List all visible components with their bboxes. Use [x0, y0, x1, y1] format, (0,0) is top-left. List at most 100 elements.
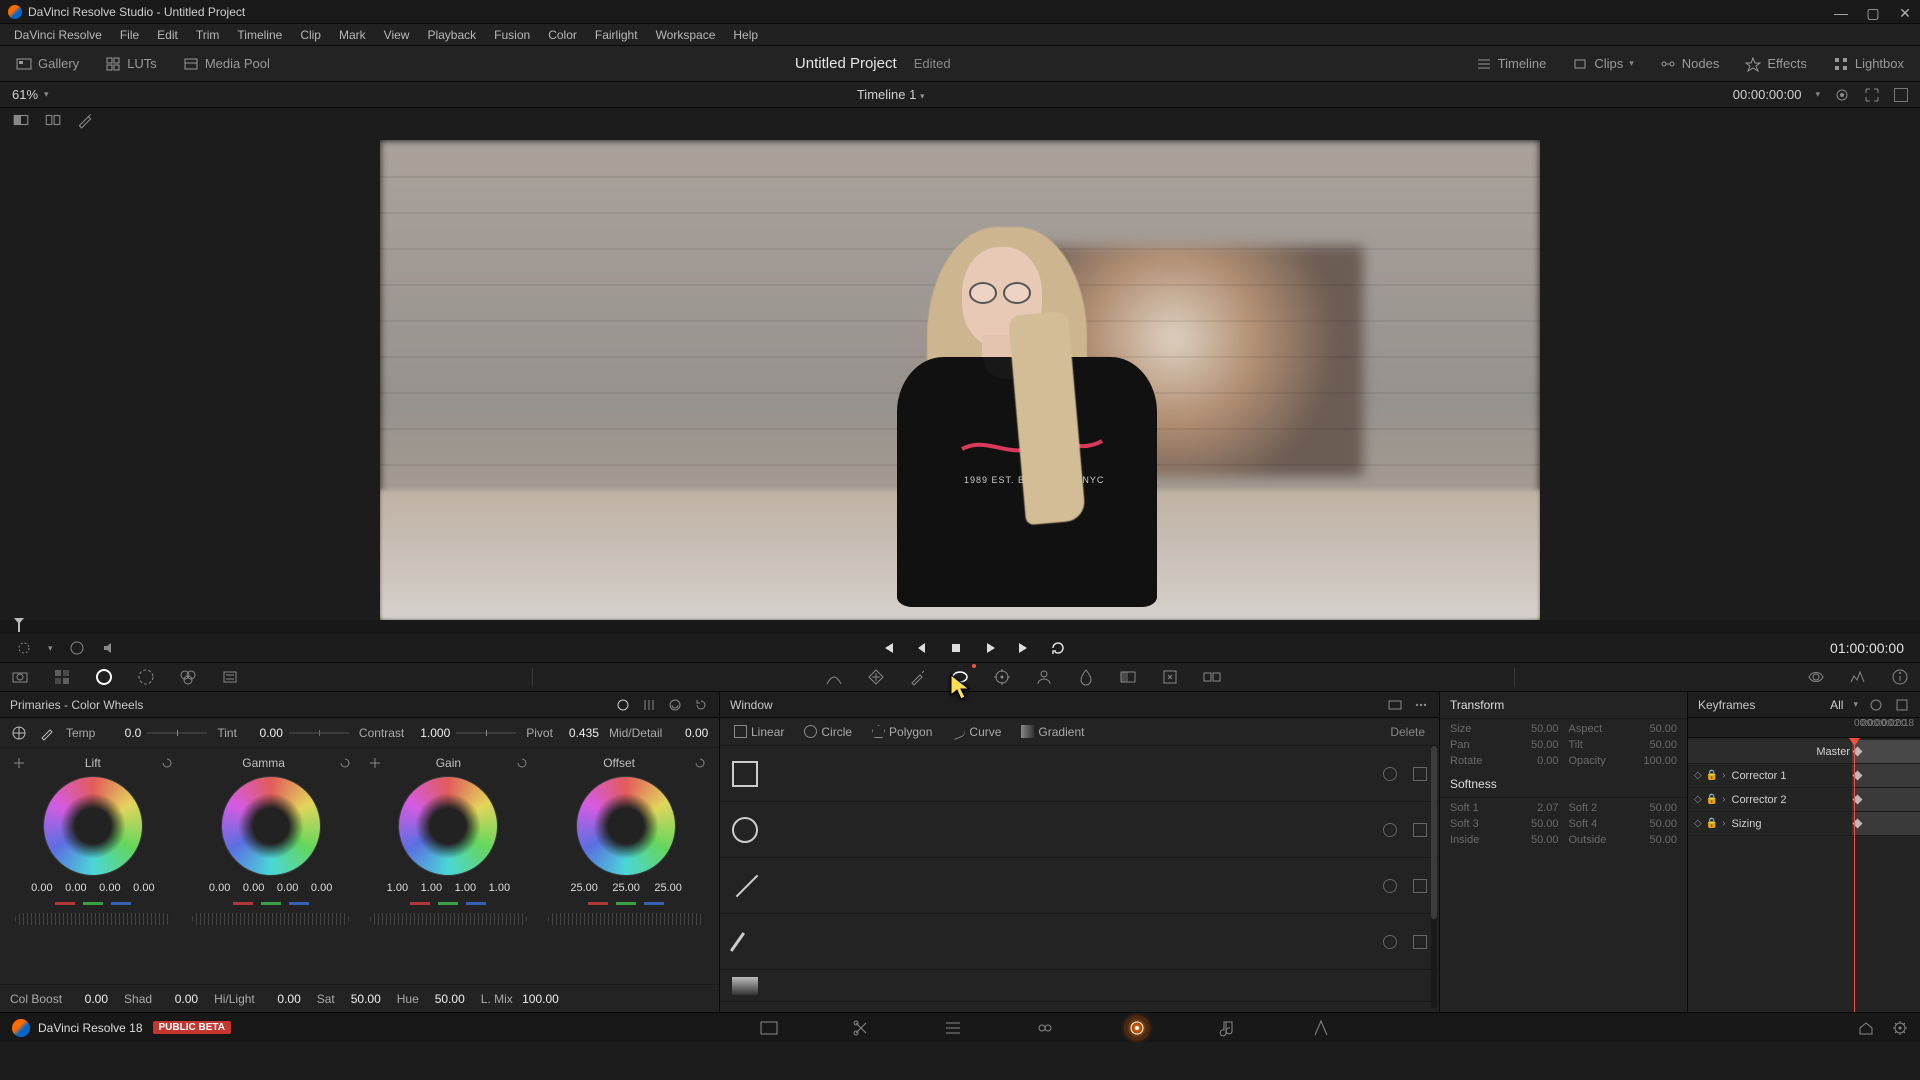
window-row-curve[interactable] [720, 914, 1439, 970]
nodes-panel-button[interactable]: Nodes [1654, 52, 1726, 76]
middetail-value[interactable]: 0.00 [668, 726, 708, 740]
keyframes-all-label[interactable]: All [1830, 698, 1843, 712]
offset-jog[interactable] [548, 913, 704, 925]
curve-shape-button[interactable]: Curve [946, 723, 1007, 741]
temp-slider[interactable] [147, 732, 207, 734]
mediapool-button[interactable]: Media Pool [177, 52, 276, 76]
viewer-canvas[interactable]: 1989 EST. BROOKLYN, NYC [380, 140, 1540, 620]
source-timecode[interactable]: 00:00:00:00 [1733, 87, 1802, 102]
lift-values[interactable]: 0.000.000.000.00 [28, 882, 158, 894]
pick-white-icon[interactable] [38, 724, 56, 742]
media-page-button[interactable] [758, 1017, 780, 1039]
keyframe-track-master[interactable]: Master [1688, 740, 1920, 764]
splitscreen-icon[interactable] [44, 111, 62, 129]
menu-clip[interactable]: Clip [292, 26, 329, 44]
stereo-3d-tab[interactable] [1202, 667, 1222, 687]
window-close-button[interactable]: ✕ [1898, 5, 1912, 19]
contrast-slider[interactable] [456, 732, 516, 734]
window-row-gradient[interactable] [720, 970, 1439, 1002]
color-warper-tab[interactable] [866, 667, 886, 687]
expand-view-icon[interactable] [1864, 87, 1880, 103]
timeline-panel-button[interactable]: Timeline [1470, 52, 1553, 76]
primaries-tab[interactable] [94, 667, 114, 687]
inside-value[interactable]: 50.00 [1531, 834, 1559, 846]
prev-frame-button[interactable] [914, 640, 930, 656]
first-frame-button[interactable] [880, 640, 896, 656]
window-row-linear[interactable] [720, 746, 1439, 802]
soft2-value[interactable]: 50.00 [1649, 802, 1677, 814]
cut-page-button[interactable] [850, 1017, 872, 1039]
tint-slider[interactable] [289, 732, 349, 734]
outside-value[interactable]: 50.00 [1649, 834, 1677, 846]
menu-edit[interactable]: Edit [149, 26, 186, 44]
gain-wheel[interactable] [398, 776, 498, 876]
menu-playback[interactable]: Playback [419, 26, 484, 44]
window-row-polygon[interactable] [720, 858, 1439, 914]
hue-value[interactable]: 50.00 [425, 992, 465, 1006]
home-icon[interactable] [1858, 1020, 1874, 1036]
lift-wheel[interactable] [43, 776, 143, 876]
viewer[interactable]: 1989 EST. BROOKLYN, NYC [0, 132, 1920, 620]
scrubber-playhead[interactable] [18, 622, 20, 632]
menu-fairlight[interactable]: Fairlight [587, 26, 646, 44]
current-timeline-name[interactable]: Timeline 1 [857, 87, 916, 102]
circle-shape-button[interactable]: Circle [798, 723, 858, 741]
keyframe-track-corrector-2[interactable]: ◇🔒› Corrector 2 [1688, 788, 1920, 812]
hilight-value[interactable]: 0.00 [261, 992, 301, 1006]
record-timecode[interactable]: 01:00:00:00 [1830, 640, 1904, 656]
fairlight-page-button[interactable] [1218, 1017, 1240, 1039]
camera-raw-tab[interactable] [10, 667, 30, 687]
gain-jog[interactable] [370, 913, 526, 925]
curves-tab[interactable] [824, 667, 844, 687]
window-minimize-button[interactable]: — [1834, 5, 1848, 19]
gain-values[interactable]: 1.001.001.001.00 [383, 882, 513, 894]
imagewipe-icon[interactable] [12, 111, 30, 129]
keyframes-all-dropdown-icon[interactable]: ▾ [1853, 699, 1858, 710]
blur-tab[interactable] [1076, 667, 1096, 687]
gamma-jog[interactable] [192, 913, 348, 925]
menu-trim[interactable]: Trim [188, 26, 228, 44]
soft3-value[interactable]: 50.00 [1531, 818, 1559, 830]
contrast-value[interactable]: 1.000 [410, 726, 450, 740]
soft4-value[interactable]: 50.00 [1649, 818, 1677, 830]
polygon-shape-button[interactable]: Polygon [866, 723, 938, 741]
menu-file[interactable]: File [112, 26, 147, 44]
tilt-value[interactable]: 50.00 [1649, 739, 1677, 751]
lift-picker-icon[interactable] [12, 756, 26, 770]
pan-value[interactable]: 50.00 [1531, 739, 1559, 751]
timeline-dropdown-icon[interactable]: ▾ [920, 91, 925, 101]
sat-value[interactable]: 50.00 [341, 992, 381, 1006]
auto-balance-icon[interactable] [10, 724, 28, 742]
scopes-icon[interactable] [1848, 667, 1868, 687]
menu-timeline[interactable]: Timeline [229, 26, 290, 44]
color-page-button[interactable] [1126, 1017, 1148, 1039]
linear-shape-button[interactable]: Linear [728, 723, 790, 741]
window-row-circle[interactable] [720, 802, 1439, 858]
project-settings-icon[interactable] [1892, 1020, 1908, 1036]
gain-reset-icon[interactable] [515, 756, 529, 770]
magic-mask-tab[interactable] [1034, 667, 1054, 687]
keyframe-track-sizing[interactable]: ◇🔒› Sizing [1688, 812, 1920, 836]
mask-invert-icon[interactable] [1383, 935, 1397, 949]
menu-workspace[interactable]: Workspace [648, 26, 724, 44]
mask-toggle-icon[interactable] [1413, 879, 1427, 893]
lock-icon[interactable]: 🔒 [1706, 770, 1718, 781]
window-presets-icon[interactable] [1387, 697, 1403, 713]
color-checker-tab[interactable] [52, 667, 72, 687]
gamma-values[interactable]: 0.000.000.000.00 [206, 882, 336, 894]
last-frame-button[interactable] [1016, 640, 1032, 656]
loop-button[interactable] [1050, 640, 1066, 656]
primaries-reset-icon[interactable] [693, 697, 709, 713]
mask-invert-icon[interactable] [1383, 879, 1397, 893]
deliver-page-button[interactable] [1310, 1017, 1332, 1039]
offset-reset-icon[interactable] [693, 756, 707, 770]
opacity-value[interactable]: 100.00 [1643, 755, 1677, 767]
colorspace-icon[interactable] [1834, 87, 1850, 103]
window-maximize-button[interactable]: ▢ [1866, 5, 1880, 19]
hdr-wheels-tab[interactable] [136, 667, 156, 687]
gradient-shape-button[interactable]: Gradient [1015, 723, 1090, 741]
clips-panel-button[interactable]: Clips ▾ [1566, 52, 1639, 76]
fusion-page-button[interactable] [1034, 1017, 1056, 1039]
stop-button[interactable] [948, 640, 964, 656]
offset-wheel[interactable] [576, 776, 676, 876]
